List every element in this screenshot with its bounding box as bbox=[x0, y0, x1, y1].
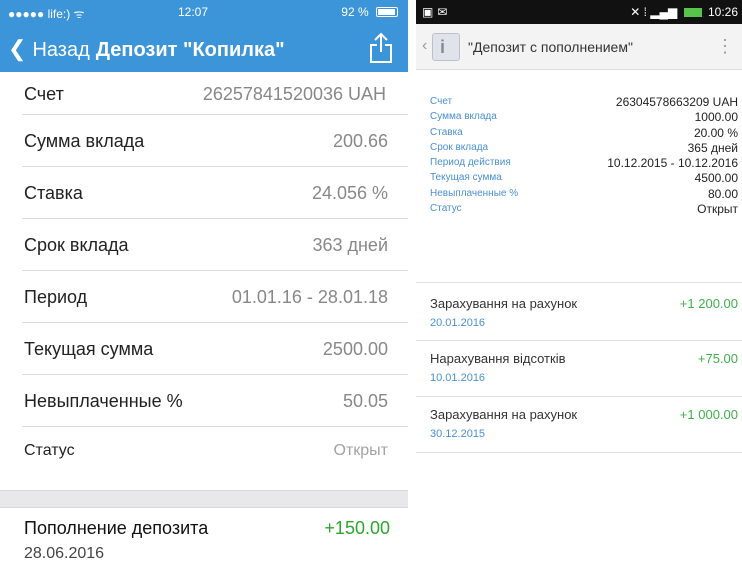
chevron-left-icon: ❮ bbox=[8, 36, 27, 61]
detail-row-rate: Ставка 24.056 % bbox=[22, 167, 408, 219]
signal-icon: ✕ ⁞ ▂▄▆ bbox=[630, 5, 678, 19]
detail-row-account: Счет 26257841520036 UAH bbox=[22, 72, 408, 115]
notification-icons: ▣✉ bbox=[422, 5, 452, 19]
carrier-label: ●●●●● life:) ᯤ bbox=[8, 7, 85, 21]
detail-label: Ставка bbox=[24, 183, 83, 203]
transaction-label: Зарахування на рахунок bbox=[430, 407, 578, 422]
status-right: ✕ ⁞ ▂▄▆ 10:26 bbox=[630, 5, 738, 19]
detail-label: Текущая сумма bbox=[430, 172, 502, 184]
detail-label: Срок вклада bbox=[24, 235, 129, 255]
transaction-amount: +150.00 bbox=[324, 518, 390, 538]
transaction-amount: +75.00 bbox=[697, 351, 738, 366]
deposit-details-list: Счет 26257841520036 UAH Сумма вклада 200… bbox=[0, 72, 408, 475]
android-action-bar: ‹ i "Депозит с пополнением" ⋮ bbox=[416, 24, 742, 70]
detail-label: Невыплаченные % bbox=[430, 187, 519, 199]
status-value: Открыт bbox=[333, 442, 389, 459]
battery-icon bbox=[683, 8, 702, 17]
detail-label: Счет bbox=[430, 96, 453, 107]
ios-screen: ●●●●● life:) ᯤ 12:07 92 % ❮ Назад Депозит … bbox=[0, 0, 408, 567]
clock: 10:26 bbox=[707, 5, 738, 19]
transaction-item[interactable]: Зарахування на рахунок +1 200.00 20.01.2… bbox=[430, 296, 738, 350]
divider bbox=[416, 340, 742, 341]
detail-row-status: Статус Открыт bbox=[22, 427, 408, 475]
detail-row-period: Период действия 10.12.2015 - 10.12.2016 bbox=[430, 156, 738, 172]
detail-label: Текущая сумма bbox=[24, 339, 154, 359]
detail-value: 01.01.16 - 28.01.18 bbox=[231, 287, 388, 307]
divider bbox=[416, 282, 742, 283]
detail-value: 50.05 bbox=[342, 391, 388, 411]
detail-value: 26257841520036 UAH bbox=[202, 84, 386, 104]
battery-percent: 92 % bbox=[341, 5, 369, 19]
detail-value: 4500.00 bbox=[694, 171, 738, 186]
detail-row-term: Срок вклада 365 дней bbox=[430, 140, 738, 157]
detail-row-unpaid-interest: Невыплаченные % 50.05 bbox=[22, 375, 408, 427]
detail-value: 365 дней bbox=[687, 140, 738, 155]
deposit-details-list: Счет 26304578663209 UAH Сумма вклада 100… bbox=[430, 95, 738, 218]
transaction-amount: +1 200.00 bbox=[679, 296, 738, 311]
detail-value: 24.056 % bbox=[311, 183, 388, 203]
detail-label: Срок вклада bbox=[430, 141, 489, 153]
detail-label: Период bbox=[24, 287, 88, 307]
battery-icon bbox=[376, 7, 398, 17]
detail-value: 2500.00 bbox=[322, 339, 388, 359]
app-logo-icon[interactable]: i bbox=[432, 33, 460, 61]
clock: 12:07 bbox=[178, 5, 209, 19]
detail-value: 26304578663209 UAH bbox=[615, 95, 738, 109]
page-title: "Депозит с пополнением" bbox=[468, 39, 633, 55]
page-title: Депозит "Копилка" bbox=[95, 39, 285, 61]
up-chevron-icon[interactable]: ‹ bbox=[422, 37, 427, 55]
detail-row-current-sum: Текущая сумма 2500.00 bbox=[22, 323, 408, 375]
ios-status-bar: ●●●●● life:) ᯤ 12:07 92 % bbox=[0, 0, 408, 24]
android-screen: ▣✉ ✕ ⁞ ▂▄▆ 10:26 ‹ i "Депозит с пополнен… bbox=[416, 0, 742, 567]
detail-label: Невыплаченные % bbox=[24, 391, 183, 411]
detail-row-current-sum: Текущая сумма 4500.00 bbox=[430, 171, 738, 187]
transaction-label: Зарахування на рахунок bbox=[430, 296, 578, 311]
detail-value: 10.12.2015 - 10.12.2016 bbox=[607, 156, 738, 171]
detail-row-amount: Сумма вклада 1000.00 bbox=[430, 110, 738, 126]
back-button[interactable]: ❮ Назад Депозит "Копилка" bbox=[8, 36, 285, 62]
back-label: Назад bbox=[32, 39, 90, 61]
android-status-bar: ▣✉ ✕ ⁞ ▂▄▆ 10:26 bbox=[416, 0, 742, 24]
detail-value: 200.66 bbox=[332, 131, 388, 151]
section-divider bbox=[0, 490, 408, 508]
status-value: Открыт bbox=[697, 202, 738, 217]
detail-value: 80.00 bbox=[707, 186, 738, 201]
transaction-date: 30.12.2015 bbox=[430, 428, 486, 440]
detail-row-rate: Ставка 20.00 % bbox=[430, 125, 738, 142]
detail-row-amount: Сумма вклада 200.66 bbox=[22, 115, 408, 167]
detail-label: Ставка bbox=[430, 126, 463, 138]
detail-row-period: Период 01.01.16 - 28.01.18 bbox=[22, 271, 408, 323]
detail-row-unpaid-interest: Невыплаченные % 80.00 bbox=[430, 186, 738, 203]
detail-label: Счет bbox=[24, 84, 64, 104]
transaction-date: 28.06.2016 bbox=[24, 545, 105, 562]
detail-value: 1000.00 bbox=[694, 110, 738, 125]
transaction-amount: +1 000.00 bbox=[679, 407, 738, 422]
transaction-label: Нарахування відсотків bbox=[430, 351, 566, 366]
detail-label: Сумма вклада bbox=[24, 131, 145, 151]
ios-navigation-bar: ❮ Назад Депозит "Копилка" bbox=[0, 24, 408, 72]
detail-value: 20.00 % bbox=[693, 125, 738, 140]
share-icon[interactable] bbox=[368, 32, 394, 64]
detail-row-account: Счет 26304578663209 UAH bbox=[430, 95, 738, 111]
detail-label: Сумма вклада bbox=[430, 111, 497, 123]
battery-indicator: 92 % bbox=[341, 5, 398, 19]
detail-row-status: Статус Открыт bbox=[430, 202, 738, 218]
divider bbox=[416, 396, 742, 397]
transaction-item[interactable]: Пополнение депозита +150.00 28.06.2016 bbox=[24, 518, 390, 563]
detail-value: 363 дней bbox=[312, 235, 388, 255]
divider bbox=[416, 452, 742, 453]
detail-row-term: Срок вклада 363 дней bbox=[22, 219, 408, 271]
overflow-menu-icon[interactable]: ⋮ bbox=[716, 36, 734, 57]
transaction-date: 10.01.2016 bbox=[430, 372, 486, 384]
detail-label: Период действия bbox=[430, 157, 511, 169]
transaction-date: 20.01.2016 bbox=[430, 317, 486, 329]
detail-label: Статус bbox=[430, 203, 462, 215]
detail-label: Статус bbox=[24, 442, 75, 459]
